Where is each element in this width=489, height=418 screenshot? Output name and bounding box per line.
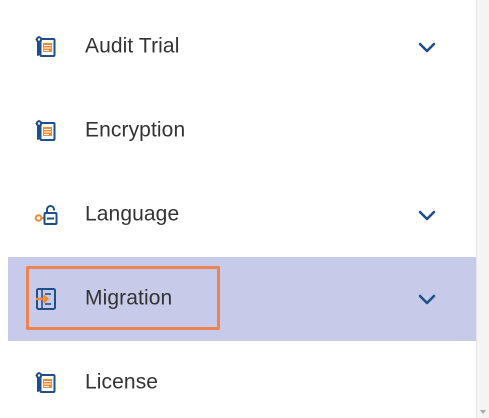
chevron-down-icon[interactable] <box>418 209 436 221</box>
sidebar-item-label: Migration <box>85 286 173 310</box>
scroll-down-arrow-icon[interactable] <box>480 410 486 414</box>
license-document-icon <box>34 371 58 395</box>
chevron-down-icon[interactable] <box>418 41 436 53</box>
audit-document-icon <box>34 35 58 59</box>
chevron-down-icon[interactable] <box>418 293 436 305</box>
migration-import-icon <box>34 287 58 311</box>
sidebar-item-language[interactable]: Language <box>8 173 476 257</box>
sidebar-item-label: License <box>85 370 159 394</box>
sidebar-item-label: Audit Trial <box>85 34 180 58</box>
sidebar-item-audit-trial[interactable]: Audit Trial <box>8 5 476 89</box>
encryption-document-icon <box>34 119 58 143</box>
language-key-icon <box>34 203 58 227</box>
sidebar-item-encryption[interactable]: Encryption <box>8 89 476 173</box>
sidebar-item-label: Encryption <box>85 118 186 142</box>
vertical-scrollbar[interactable] <box>476 0 489 418</box>
sidebar-item-license[interactable]: License <box>8 341 476 418</box>
sidebar-item-label: Language <box>85 202 180 226</box>
sidebar-item-migration[interactable]: Migration <box>8 257 476 341</box>
settings-sidebar: Audit Trial Encryption Language Migratio… <box>0 0 476 418</box>
